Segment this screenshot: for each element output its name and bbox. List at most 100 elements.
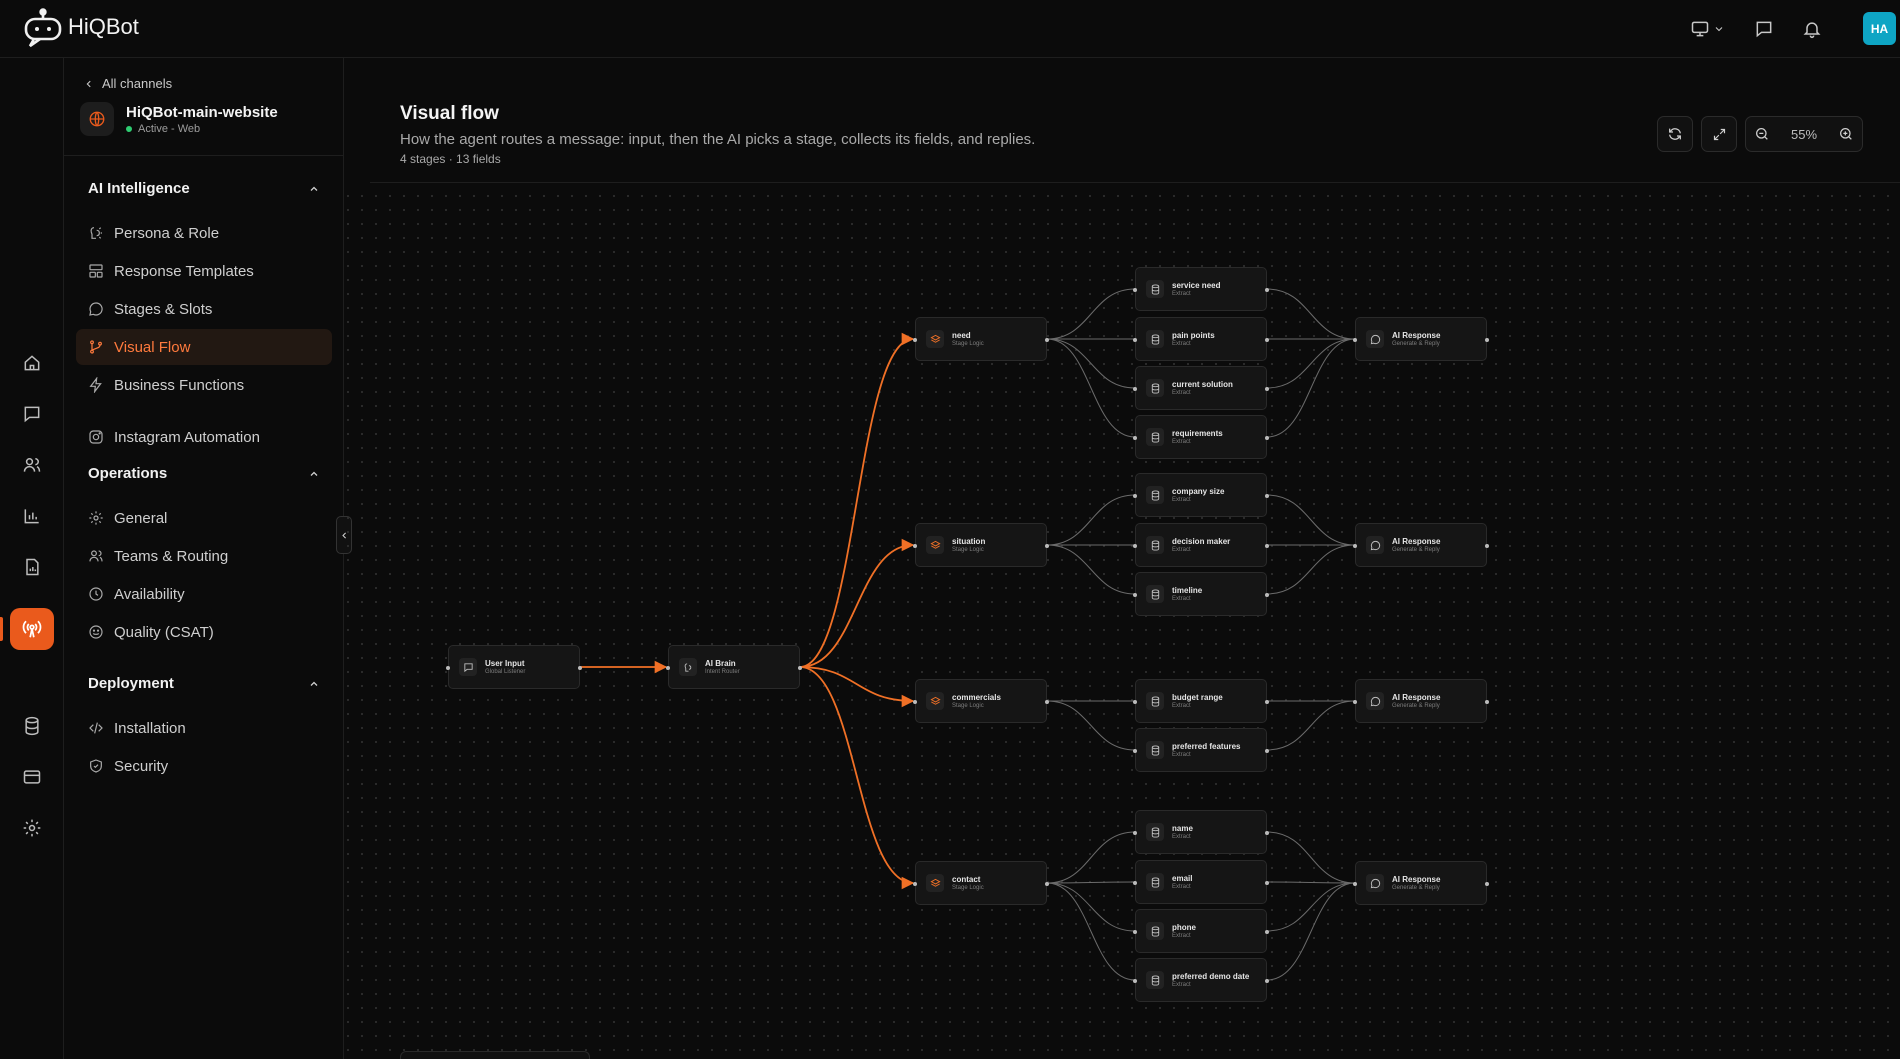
input-handle[interactable]: [913, 544, 917, 548]
output-handle[interactable]: [1265, 930, 1269, 934]
input-handle[interactable]: [1133, 700, 1137, 704]
output-handle[interactable]: [1045, 700, 1049, 704]
node-stage-contact[interactable]: contact Stage Logic: [913, 861, 1049, 905]
output-handle[interactable]: [1485, 882, 1489, 886]
input-handle[interactable]: [1353, 544, 1357, 548]
rail-billing[interactable]: [10, 756, 54, 798]
nav-security[interactable]: Security: [76, 748, 332, 784]
section-deployment[interactable]: Deployment: [88, 675, 320, 692]
input-handle[interactable]: [666, 666, 670, 670]
node-field-current-solution[interactable]: current solution Extract: [1133, 366, 1269, 410]
node-stage-commercials[interactable]: commercials Stage Logic: [913, 679, 1049, 723]
node-user-input[interactable]: User Input Global Listener: [446, 645, 582, 689]
output-handle[interactable]: [1265, 831, 1269, 835]
input-handle[interactable]: [1133, 593, 1137, 597]
node-field-timeline[interactable]: timeline Extract: [1133, 572, 1269, 616]
nav-availability[interactable]: Availability: [76, 576, 332, 612]
output-handle[interactable]: [1265, 544, 1269, 548]
input-handle[interactable]: [1353, 882, 1357, 886]
node-ai-brain[interactable]: AI Brain Intent Router: [666, 645, 802, 689]
rail-reports[interactable]: [10, 546, 54, 588]
nav-quality-csat[interactable]: Quality (CSAT): [76, 614, 332, 650]
section-operations[interactable]: Operations: [88, 465, 320, 482]
rail-channels[interactable]: [10, 608, 54, 650]
flow-canvas[interactable]: User Input Global Listener AI Brain Intent …: [345, 183, 1900, 1059]
messages-button[interactable]: [1751, 16, 1777, 42]
rail-database[interactable]: [10, 705, 54, 747]
input-handle[interactable]: [1353, 700, 1357, 704]
node-stage-situation[interactable]: situation Stage Logic: [913, 523, 1049, 567]
output-handle[interactable]: [1265, 288, 1269, 292]
output-handle[interactable]: [798, 666, 802, 670]
rail-chat[interactable]: [10, 393, 54, 435]
section-ai-intelligence[interactable]: AI Intelligence: [88, 180, 320, 197]
input-handle[interactable]: [1133, 979, 1137, 983]
node-ai-response[interactable]: AI Response Generate & Reply: [1353, 317, 1489, 361]
nav-teams-routing[interactable]: Teams & Routing: [76, 538, 332, 574]
output-handle[interactable]: [1265, 593, 1269, 597]
node-ai-response[interactable]: AI Response Generate & Reply: [1353, 861, 1489, 905]
output-handle[interactable]: [1045, 338, 1049, 342]
node-stage-need[interactable]: need Stage Logic: [913, 317, 1049, 361]
nav-persona-role[interactable]: Persona & Role: [76, 215, 332, 251]
nav-visual-flow[interactable]: Visual Flow: [76, 329, 332, 365]
nav-general[interactable]: General: [76, 500, 332, 536]
rail-analytics[interactable]: [10, 495, 54, 537]
back-to-channels-link[interactable]: All channels: [84, 76, 172, 91]
input-handle[interactable]: [913, 882, 917, 886]
node-field-preferred-demo-date[interactable]: preferred demo date Extract: [1133, 958, 1269, 1002]
app-logo[interactable]: HiQBot: [22, 6, 139, 48]
input-handle[interactable]: [1133, 881, 1137, 885]
rail-home[interactable]: [10, 342, 54, 384]
input-handle[interactable]: [1133, 831, 1137, 835]
input-handle[interactable]: [1133, 930, 1137, 934]
node-ai-response[interactable]: AI Response Generate & Reply: [1353, 679, 1489, 723]
output-handle[interactable]: [1265, 979, 1269, 983]
input-handle[interactable]: [1133, 288, 1137, 292]
zoom-in-button[interactable]: [1838, 126, 1854, 142]
output-handle[interactable]: [1265, 436, 1269, 440]
input-handle[interactable]: [1133, 544, 1137, 548]
output-handle[interactable]: [1265, 749, 1269, 753]
output-handle[interactable]: [1485, 700, 1489, 704]
rail-settings[interactable]: [10, 807, 54, 849]
input-handle[interactable]: [1133, 494, 1137, 498]
node-ai-response[interactable]: AI Response Generate & Reply: [1353, 523, 1489, 567]
node-field-company-size[interactable]: company size Extract: [1133, 473, 1269, 517]
output-handle[interactable]: [1265, 494, 1269, 498]
input-handle[interactable]: [1133, 338, 1137, 342]
nav-stages-slots[interactable]: Stages & Slots: [76, 291, 332, 327]
output-handle[interactable]: [1485, 338, 1489, 342]
output-handle[interactable]: [1265, 881, 1269, 885]
node-field-preferred-features[interactable]: preferred features Extract: [1133, 728, 1269, 772]
user-avatar[interactable]: HA: [1863, 12, 1896, 45]
output-handle[interactable]: [1045, 544, 1049, 548]
input-handle[interactable]: [1133, 436, 1137, 440]
nav-response-templates[interactable]: Response Templates: [76, 253, 332, 289]
output-handle[interactable]: [1265, 338, 1269, 342]
input-handle[interactable]: [1353, 338, 1357, 342]
nav-instagram-automation[interactable]: Instagram Automation: [76, 419, 332, 455]
node-field-phone[interactable]: phone Extract: [1133, 909, 1269, 953]
node-field-decision-maker[interactable]: decision maker Extract: [1133, 523, 1269, 567]
output-handle[interactable]: [1485, 544, 1489, 548]
output-handle[interactable]: [1265, 387, 1269, 391]
refresh-button[interactable]: [1657, 116, 1693, 152]
output-handle[interactable]: [578, 666, 582, 670]
node-field-budget-range[interactable]: budget range Extract: [1133, 679, 1269, 723]
nav-business-functions[interactable]: Business Functions: [76, 367, 332, 403]
node-field-requirements[interactable]: requirements Extract: [1133, 415, 1269, 459]
node-field-name[interactable]: name Extract: [1133, 810, 1269, 854]
node-field-email[interactable]: email Extract: [1133, 860, 1269, 904]
output-handle[interactable]: [1045, 882, 1049, 886]
display-dropdown[interactable]: [1711, 16, 1727, 42]
output-handle[interactable]: [1265, 700, 1269, 704]
rail-users[interactable]: [10, 444, 54, 486]
zoom-out-button[interactable]: [1754, 126, 1770, 142]
fullscreen-button[interactable]: [1701, 116, 1737, 152]
nav-installation[interactable]: Installation: [76, 710, 332, 746]
input-handle[interactable]: [913, 338, 917, 342]
notifications-button[interactable]: [1799, 16, 1825, 42]
input-handle[interactable]: [1133, 749, 1137, 753]
input-handle[interactable]: [1133, 387, 1137, 391]
